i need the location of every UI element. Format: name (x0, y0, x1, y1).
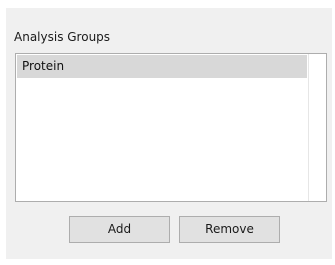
remove-button[interactable]: Remove (179, 216, 280, 243)
add-button[interactable]: Add (69, 216, 170, 243)
vertical-scrollbar[interactable] (308, 54, 326, 201)
list-item-protein[interactable]: Protein (17, 55, 307, 78)
analysis-groups-listbox[interactable]: Protein (15, 53, 327, 202)
analysis-groups-label: Analysis Groups (14, 30, 111, 44)
analysis-groups-panel: Analysis Groups Protein Add Remove (6, 8, 332, 259)
